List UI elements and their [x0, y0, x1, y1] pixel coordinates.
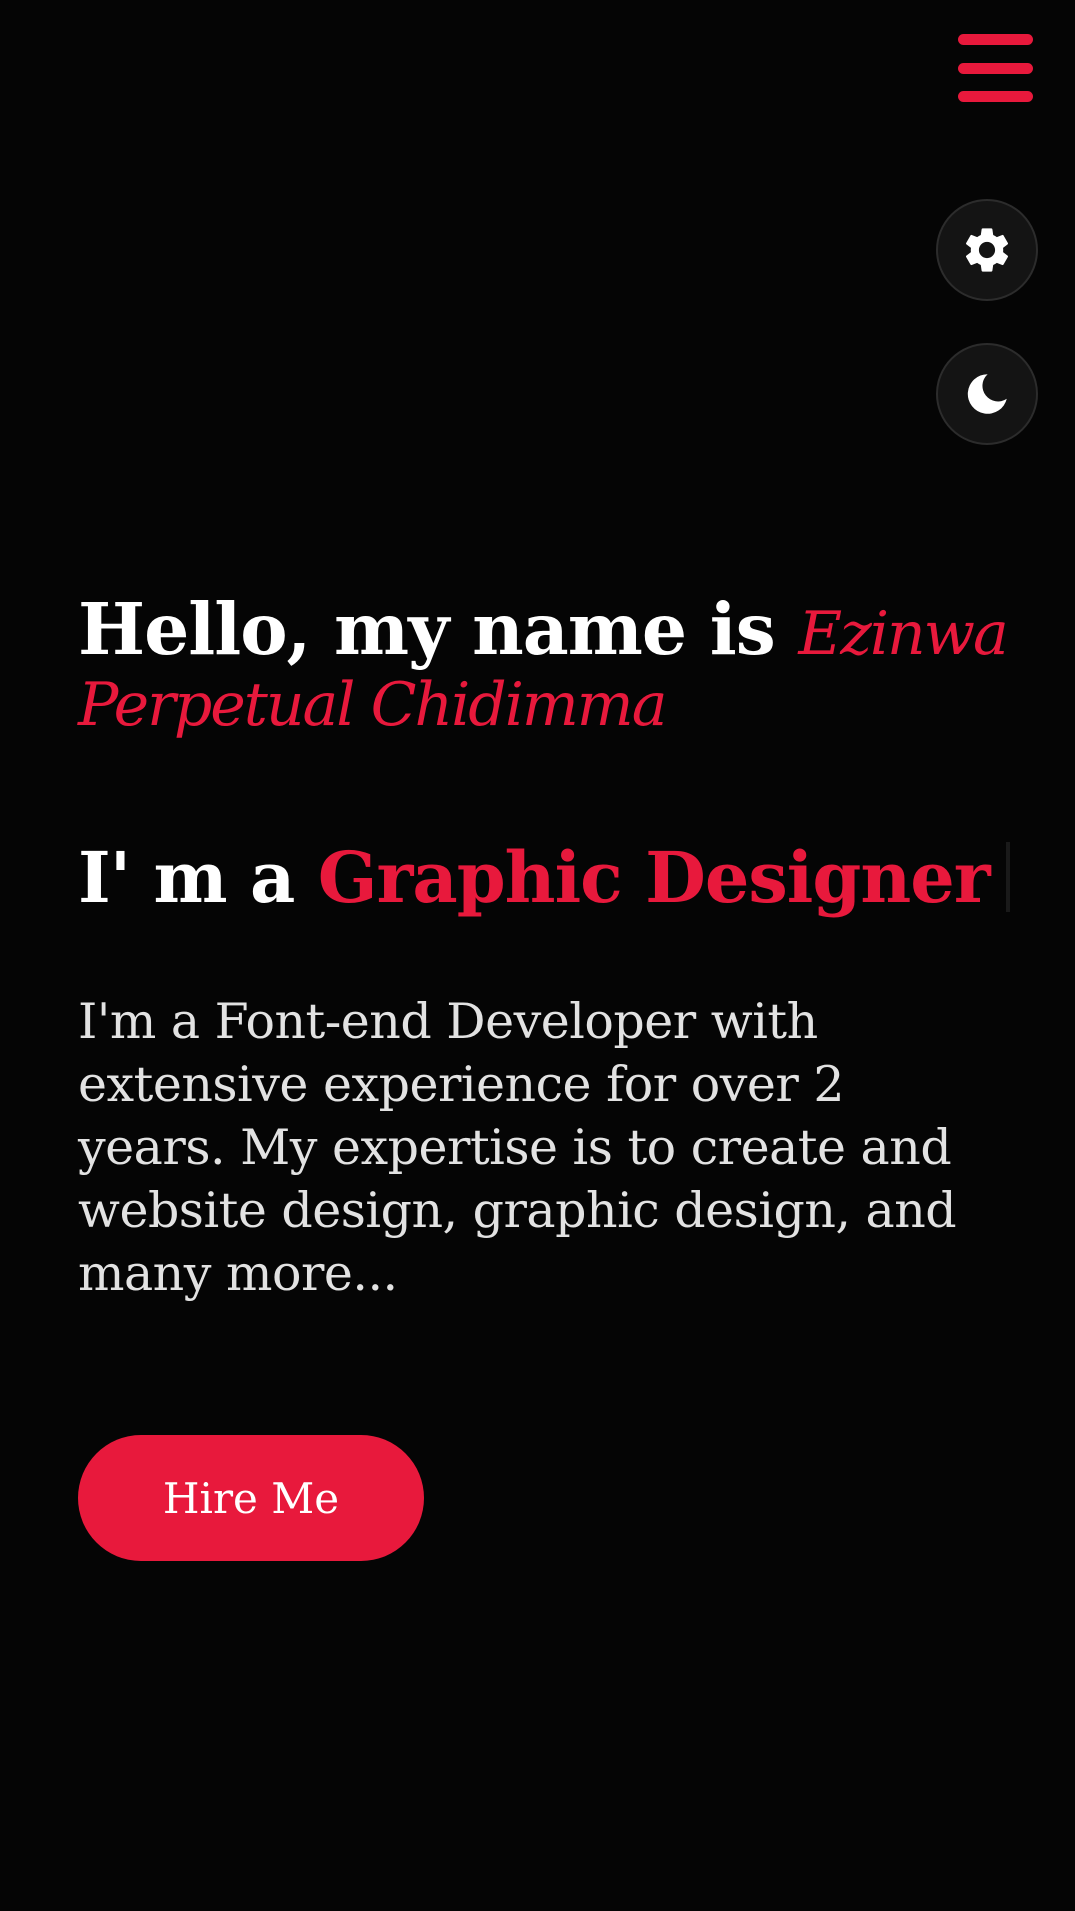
typing-cursor	[1005, 842, 1010, 912]
menu-bar	[958, 91, 1033, 102]
bio-paragraph: I'm a Font-end Developer with extensive …	[78, 993, 957, 1302]
menu-bar	[958, 63, 1033, 74]
role-text: Graphic Designer	[317, 836, 991, 919]
hire-me-button[interactable]: Hire Me	[78, 1435, 424, 1561]
role-prefix: I' m a	[78, 836, 295, 919]
intro-heading: Hello, my name is Ezinwa Perpetual Chidi…	[78, 594, 1018, 739]
settings-button[interactable]	[936, 199, 1038, 301]
moon-icon	[967, 374, 1007, 414]
menu-bar	[958, 34, 1033, 45]
theme-toggle-button[interactable]	[936, 343, 1038, 445]
gear-icon	[965, 228, 1009, 272]
role-heading: I' m a Graphic Designer	[78, 835, 1010, 921]
hamburger-menu-icon[interactable]	[958, 34, 1033, 102]
greeting-text: Hello, my name is	[78, 587, 776, 671]
